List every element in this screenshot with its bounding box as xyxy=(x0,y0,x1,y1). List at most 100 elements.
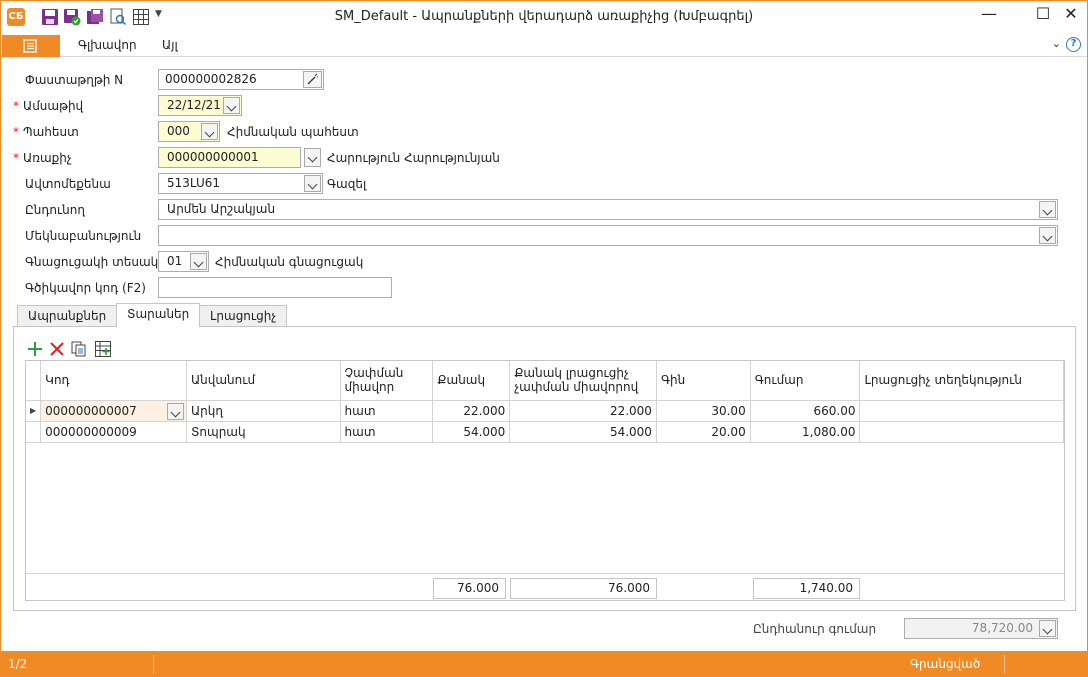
supplier-name: Հարություն Հարությունյան xyxy=(327,151,500,165)
column-header[interactable]: Կոդ xyxy=(40,361,187,401)
total-quantity-extra: 76.000 xyxy=(510,578,657,599)
document-status: Գրանցված xyxy=(910,657,981,671)
column-header[interactable]: Քանակ xyxy=(432,361,511,401)
barcode-input[interactable] xyxy=(158,277,392,298)
table-row[interactable]: ▶ 000000000007 Արկղ հատ 22.000 22.000 30… xyxy=(26,400,1064,422)
table-cell[interactable]: 54.000 xyxy=(509,421,657,443)
column-header[interactable]: Անվանում xyxy=(186,361,341,401)
receiver-value: Արմեն Արշակյան xyxy=(167,202,276,216)
vehicle-dropdown-icon[interactable] xyxy=(304,175,321,192)
table-cell[interactable]: 30.00 xyxy=(656,400,751,422)
vehicle-code-value: 513LU61 xyxy=(167,176,221,190)
save-close-icon[interactable] xyxy=(63,8,81,26)
table-footer: 76.000 76.000 1,740.00 xyxy=(26,573,1064,600)
table-cell[interactable] xyxy=(859,421,1064,443)
receiver-label: Ընդունող xyxy=(25,203,85,217)
current-row-indicator-icon: ▶ xyxy=(26,400,42,422)
page-indicator: 1/2 xyxy=(8,657,28,671)
insert-rows-icon[interactable] xyxy=(94,340,112,358)
table-cell[interactable]: 22.000 xyxy=(432,400,511,422)
price-type-dropdown-icon[interactable] xyxy=(190,253,207,270)
price-type-field[interactable]: 01 xyxy=(158,251,209,272)
table-cell[interactable]: 1,080.00 xyxy=(750,421,861,443)
comment-field[interactable] xyxy=(158,225,1058,246)
table-cell[interactable]: Տոպրակ xyxy=(186,421,341,443)
grand-total-value: 78,720.00 xyxy=(971,621,1033,635)
date-value: 22/12/21 xyxy=(167,98,221,112)
file-menu-button[interactable] xyxy=(2,35,60,57)
vehicle-label: Ավտոմեքենա xyxy=(25,177,111,191)
table-cell[interactable] xyxy=(859,400,1064,422)
warehouse-code-value: 000 xyxy=(167,124,190,138)
comment-dropdown-icon[interactable] xyxy=(1039,227,1056,244)
row-indicator-header xyxy=(26,361,42,401)
price-type-label: Գնացուցակի տեսակ xyxy=(25,255,159,269)
table-cell[interactable]: Արկղ xyxy=(186,400,341,422)
help-icon[interactable]: ? xyxy=(1066,37,1081,52)
warehouse-dropdown-icon[interactable] xyxy=(201,123,218,140)
tab-goods[interactable]: Ապրանքներ xyxy=(17,305,118,327)
status-bar: 1/2 Գրանցված xyxy=(1,651,1087,677)
tab-additional[interactable]: Լրացուցիչ xyxy=(199,305,288,327)
table-cell[interactable]: հատ xyxy=(340,421,434,443)
save-new-icon[interactable] xyxy=(86,8,104,26)
copy-row-icon[interactable] xyxy=(70,340,88,358)
grid-settings-icon[interactable] xyxy=(132,8,150,26)
table-cell[interactable]: հատ xyxy=(340,400,434,422)
supplier-dropdown-icon[interactable] xyxy=(304,148,321,167)
column-header[interactable]: Քանակ լրացուցիչ չափման միավորով xyxy=(509,361,657,401)
collapse-ribbon-icon[interactable]: ⌄ xyxy=(1052,37,1061,50)
add-row-icon[interactable] xyxy=(26,340,44,358)
table-cell[interactable]: 20.00 xyxy=(656,421,751,443)
save-icon[interactable] xyxy=(41,8,59,26)
status-divider xyxy=(153,655,154,673)
grand-total-dropdown-icon[interactable] xyxy=(1039,620,1056,637)
table-cell[interactable]: 54.000 xyxy=(432,421,511,443)
containers-table: Կոդ Անվանում Չափման միավոր Քանակ Քանակ լ… xyxy=(25,360,1065,601)
date-dropdown-icon[interactable] xyxy=(223,97,240,114)
grand-total-field: 78,720.00 xyxy=(904,618,1058,639)
price-type-code-value: 01 xyxy=(167,254,183,268)
table-cell[interactable]: 22.000 xyxy=(509,400,657,422)
total-quantity: 76.000 xyxy=(433,578,506,599)
window: CБ ▼ SM_Default - Ապրանքների վերադարձ առ… xyxy=(0,0,1088,677)
ribbon: Գլխավոր Այլ ⌄ ? xyxy=(1,35,1087,57)
column-header[interactable]: Գումար xyxy=(750,361,861,401)
date-label: * Ամսաթիվ xyxy=(13,99,84,113)
magic-wand-icon[interactable] xyxy=(303,71,322,88)
tab-main[interactable]: Գլխավոր xyxy=(78,38,137,52)
grand-total-label: Ընդհանուր գումար xyxy=(753,622,877,636)
doc-number-label: Փաստաթղթի N xyxy=(25,73,124,87)
comment-label: Մեկնաբանություն xyxy=(25,229,142,243)
supplier-code-value: 000000000001 xyxy=(167,150,259,164)
print-preview-icon[interactable] xyxy=(109,8,127,26)
warehouse-label: * Պահեստ xyxy=(13,125,79,139)
delete-row-icon[interactable] xyxy=(48,340,66,358)
title-bar: CБ ▼ SM_Default - Ապրանքների վերադարձ առ… xyxy=(1,1,1087,33)
receiver-field[interactable]: Արմեն Արշակյան xyxy=(158,199,1058,220)
receiver-dropdown-icon[interactable] xyxy=(1039,201,1056,218)
vehicle-field[interactable]: 513LU61 xyxy=(158,173,323,194)
minimize-button[interactable]: — xyxy=(969,1,1009,29)
code-dropdown-icon[interactable] xyxy=(166,402,184,420)
column-header[interactable]: Գին xyxy=(656,361,751,401)
tab-containers[interactable]: Տարաներ xyxy=(116,303,201,327)
table-row[interactable]: 000000000009 Տոպրակ հատ 54.000 54.000 20… xyxy=(26,421,1064,443)
status-divider xyxy=(1004,655,1005,673)
code-cell-editing[interactable]: 000000000007 xyxy=(40,400,187,422)
column-header[interactable]: Լրացուցիչ տեղեկություն xyxy=(859,361,1064,401)
warehouse-code-field[interactable]: 000 xyxy=(158,121,220,142)
app-logo-icon[interactable]: CБ xyxy=(7,8,25,26)
table-cell[interactable]: 000000000009 xyxy=(40,421,187,443)
table-header-row: Կոդ Անվանում Չափման միավոր Քանակ Քանակ լ… xyxy=(26,361,1064,401)
date-field[interactable]: 22/12/21 xyxy=(158,95,242,116)
tab-other[interactable]: Այլ xyxy=(162,38,178,52)
column-header[interactable]: Չափման միավոր xyxy=(340,361,434,401)
table-cell[interactable]: 660.00 xyxy=(750,400,861,422)
warehouse-name: Հիմնական պահեստ xyxy=(227,125,359,139)
close-button[interactable]: ✕ xyxy=(1051,1,1088,29)
row-indicator xyxy=(26,421,42,443)
supplier-code-field[interactable]: 000000000001 xyxy=(158,147,301,168)
doc-number-field[interactable]: 000000002826 xyxy=(158,69,324,90)
customize-toolbar-icon[interactable]: ▼ xyxy=(155,9,162,19)
